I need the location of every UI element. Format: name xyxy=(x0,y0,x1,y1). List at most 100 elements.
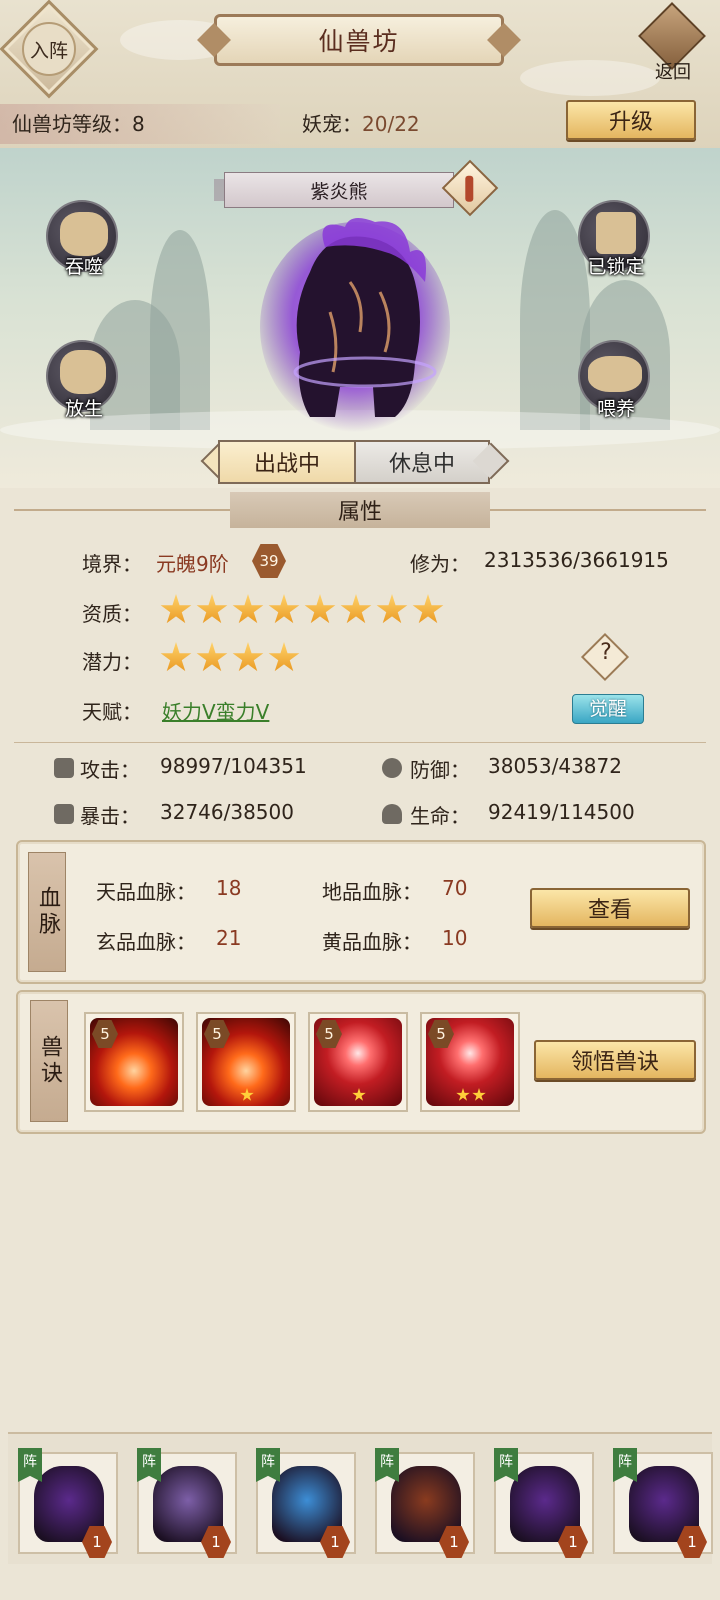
red-swirl-icon: 5 xyxy=(314,1018,402,1106)
formation-button[interactable]: 入阵 xyxy=(0,0,99,99)
yellow-bloodline-label: 黄品血脉： xyxy=(322,930,422,954)
star-icon xyxy=(160,594,192,624)
star-icon xyxy=(196,594,228,624)
realm-value: 元魄9阶 xyxy=(156,552,229,576)
formation-flag-icon: 阵 xyxy=(18,1448,42,1482)
attributes-header: 属性 xyxy=(230,492,490,528)
skill-slot[interactable]: 5 xyxy=(84,1012,184,1112)
star-icon xyxy=(268,594,300,624)
upgrade-button[interactable]: 升级 xyxy=(566,100,696,140)
defense-label: 防御： xyxy=(410,758,470,782)
lock-button[interactable]: 已锁定 xyxy=(578,200,654,280)
star-icon xyxy=(304,594,336,624)
hp-value: 92419/114500 xyxy=(488,800,635,824)
star-icon xyxy=(232,642,264,672)
yellow-bloodline-value: 10 xyxy=(442,926,468,950)
defense-value: 38053/43872 xyxy=(488,754,622,778)
formation-flag-icon: 阵 xyxy=(137,1448,161,1482)
skill-star-icon xyxy=(472,1088,486,1101)
skill-level-badge: 5 xyxy=(92,1020,118,1048)
aptitude-label: 资质： xyxy=(82,602,142,626)
crit-icon xyxy=(54,804,74,824)
tab-resting[interactable]: 休息中 xyxy=(354,440,490,484)
release-button[interactable]: 放生 xyxy=(46,340,122,420)
learn-skill-button[interactable]: 领悟兽诀 xyxy=(534,1040,696,1080)
sword-icon xyxy=(54,758,74,778)
cultivation-value: 2313536/3661915 xyxy=(484,548,669,572)
crit-value: 32746/38500 xyxy=(160,800,294,824)
formation-flag-icon: 阵 xyxy=(375,1448,399,1482)
star-icon xyxy=(412,594,444,624)
skill-level-badge: 5 xyxy=(316,1020,342,1048)
ornament-line xyxy=(14,509,230,511)
brush-icon xyxy=(465,175,474,202)
realm-label: 境界： xyxy=(82,552,142,576)
mystic-bloodline-value: 21 xyxy=(216,926,242,950)
skill-star-icon xyxy=(240,1088,254,1101)
feed-button[interactable]: 喂养 xyxy=(578,340,654,420)
mystic-bloodline-label: 玄品血脉： xyxy=(96,930,196,954)
house-level-value: 8 xyxy=(132,112,145,136)
roster-pet-card[interactable]: 阵1 xyxy=(137,1448,237,1558)
back-button[interactable]: 返回 xyxy=(638,2,706,83)
attributes-divider xyxy=(14,742,706,743)
roster-pet-card[interactable]: 阵1 xyxy=(256,1448,356,1558)
pet-count: 妖宠：20/22 xyxy=(302,108,420,137)
attack-label: 攻击： xyxy=(80,758,140,782)
tab-in-battle[interactable]: 出战中 xyxy=(218,440,354,484)
talent-link[interactable]: 妖力V蛮力V xyxy=(162,696,269,725)
skill-level-badge: 5 xyxy=(204,1020,230,1048)
formation-label: 入阵 xyxy=(22,22,76,76)
shield-icon xyxy=(382,758,402,778)
star-icon xyxy=(340,594,372,624)
skill-star-icon xyxy=(456,1088,470,1101)
roster-pet-card[interactable]: 阵1 xyxy=(613,1448,713,1558)
heaven-bloodline-label: 天品血脉： xyxy=(96,880,196,904)
heaven-bloodline-value: 18 xyxy=(216,876,242,900)
lock-label: 已锁定 xyxy=(587,256,645,278)
page-title: 仙兽坊 xyxy=(214,14,504,66)
skill-slot[interactable]: 5 xyxy=(420,1012,520,1112)
view-bloodline-button[interactable]: 查看 xyxy=(530,888,690,928)
ornament-line xyxy=(490,509,706,511)
skill-star-icon xyxy=(352,1088,366,1101)
pet-name: 紫炎熊 xyxy=(224,172,454,208)
pet-count-label: 妖宠： xyxy=(302,112,362,136)
earth-bloodline-label: 地品血脉： xyxy=(322,880,422,904)
realm-level-badge: 39 xyxy=(252,544,286,578)
star-icon xyxy=(268,642,300,672)
fire-beast-icon: 5 xyxy=(90,1018,178,1106)
rabbit-icon xyxy=(60,350,106,394)
skill-level-badge: 5 xyxy=(428,1020,454,1048)
status-toggle: 出战中 休息中 xyxy=(200,440,510,484)
house-level: 仙兽坊等级：8 xyxy=(12,108,145,137)
roster-pet-card[interactable]: 阵1 xyxy=(375,1448,475,1558)
red-swirl-icon: 5 xyxy=(426,1018,514,1106)
skills-tag: 兽诀 xyxy=(30,1000,68,1122)
roster-pet-card[interactable]: 阵1 xyxy=(18,1448,118,1558)
question-icon: ? xyxy=(600,640,612,665)
lion-head-icon xyxy=(60,212,108,256)
star-icon xyxy=(160,642,192,672)
cloud-decoration xyxy=(520,60,660,96)
roster-pet-card[interactable]: 阵1 xyxy=(494,1448,594,1558)
earth-bloodline-value: 70 xyxy=(442,876,468,900)
devour-button[interactable]: 吞噬 xyxy=(46,200,122,280)
skill-slot[interactable]: 5 xyxy=(308,1012,408,1112)
lock-chain-icon xyxy=(596,212,636,254)
aptitude-stars xyxy=(160,594,444,626)
bloodline-tag: 血脉 xyxy=(28,852,66,972)
star-icon xyxy=(232,594,264,624)
potential-stars xyxy=(160,642,300,674)
fire-beast-icon: 5 xyxy=(202,1018,290,1106)
awaken-button[interactable]: 觉醒 xyxy=(572,694,644,724)
star-icon xyxy=(196,642,228,672)
skill-slot[interactable]: 5 xyxy=(196,1012,296,1112)
pet-count-value: 20/22 xyxy=(362,112,420,136)
potential-label: 潜力： xyxy=(82,650,142,674)
meat-icon xyxy=(588,356,642,392)
hp-label: 生命： xyxy=(410,804,470,828)
release-label: 放生 xyxy=(64,398,103,420)
hp-icon xyxy=(382,804,402,824)
formation-flag-icon: 阵 xyxy=(494,1448,518,1482)
